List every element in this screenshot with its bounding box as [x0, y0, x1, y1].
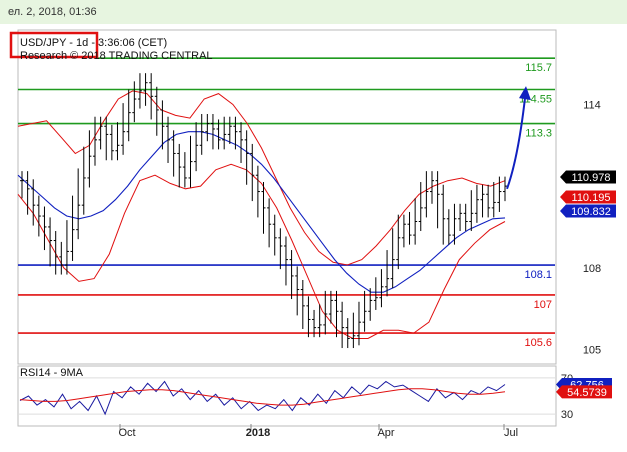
price-tick-label: 105	[583, 344, 601, 356]
rsi-series	[18, 377, 555, 416]
chart: 115.7114.55113.3108.1107105.6 1051081143…	[9, 29, 616, 439]
time-tick-label: Jul	[504, 427, 518, 439]
price-axis: 1051081143070	[561, 99, 601, 421]
level-label: 108.1	[524, 269, 552, 281]
price-tick-label: 114	[583, 99, 601, 111]
price-tags: 110.978110.195109.83262.75654.5739	[556, 170, 616, 399]
forecast-arrow-shaft	[506, 98, 526, 190]
price-tag-label: 110.195	[572, 192, 611, 204]
time-tick-label: Apr	[377, 427, 394, 439]
bollinger-bands	[17, 90, 506, 339]
rsi-line	[19, 380, 506, 416]
level-label: 115.7	[525, 62, 552, 74]
rsi-tick-label: 30	[561, 409, 573, 421]
price-tag-label: 54.5739	[567, 387, 607, 399]
price-series	[20, 73, 507, 349]
main-plot-frame	[17, 29, 557, 365]
price-tag-label: 110.978	[572, 172, 611, 184]
rsi-label: RSI14 - 9MA	[20, 367, 84, 379]
level-label: 107	[534, 299, 552, 311]
level-label: 113.3	[525, 128, 552, 140]
chart-title: USD/JPY - 1d - 3:36:06 (CET)	[20, 37, 167, 49]
price-tag-label: 109.832	[571, 206, 611, 218]
chart-subtitle: Research © 2018 TRADING CENTRAL	[20, 50, 213, 62]
time-tick-label: 2018	[246, 427, 270, 439]
price-tick-label: 108	[583, 263, 601, 275]
time-tick-label: Oct	[118, 427, 135, 439]
level-label: 105.6	[524, 337, 552, 349]
support-resistance-levels: 115.7114.55113.3108.1107105.6	[18, 57, 555, 349]
